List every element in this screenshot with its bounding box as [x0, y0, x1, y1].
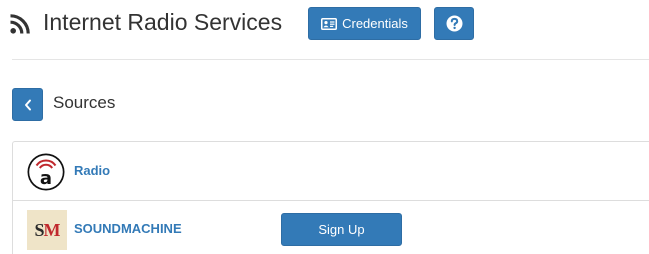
soundmachine-logo: SM — [27, 210, 67, 250]
chevron-left-icon — [24, 99, 31, 110]
list-item[interactable]: a Radio — [12, 141, 649, 201]
rss-icon — [10, 14, 30, 34]
list-item[interactable]: SM SOUNDMACHINE Sign Up — [12, 200, 649, 254]
svg-text:a: a — [40, 168, 52, 189]
id-card-icon — [321, 17, 338, 30]
credentials-button[interactable]: Credentials — [308, 7, 421, 40]
help-button[interactable] — [434, 7, 474, 40]
back-button[interactable] — [12, 88, 43, 121]
page-header: Internet Radio Services Credentials — [0, 0, 649, 60]
source-name-soundmachine[interactable]: SOUNDMACHINE — [74, 221, 182, 237]
logo-letter-m: M — [43, 219, 61, 240]
sources-list: a Radio SM SOUNDMACHINE Sign Up — [12, 141, 649, 254]
logo-letter-s: S — [34, 219, 44, 240]
section-title: Sources — [53, 93, 116, 112]
question-circle-icon — [446, 15, 462, 32]
credentials-label: Credentials — [342, 16, 408, 31]
page-title: Internet Radio Services — [43, 9, 283, 35]
radio-logo: a — [27, 153, 65, 191]
sign-up-button[interactable]: Sign Up — [281, 213, 402, 246]
header-divider — [12, 59, 649, 60]
page: Internet Radio Services Credentials Sour… — [0, 0, 649, 254]
source-name-radio[interactable]: Radio — [74, 163, 110, 179]
